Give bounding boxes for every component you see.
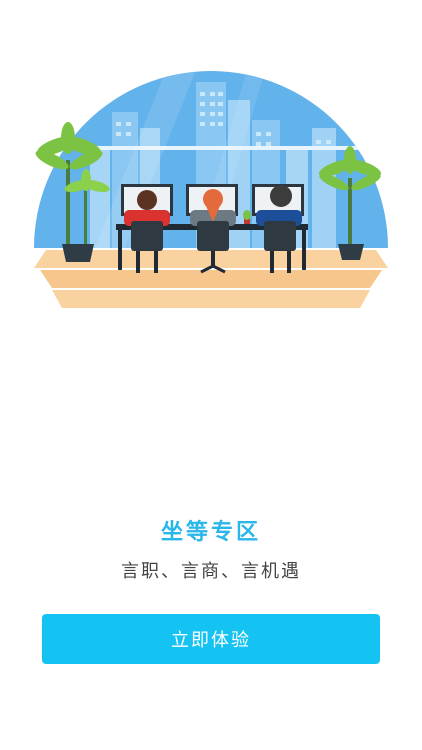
page-title: 坐等专区: [160, 520, 261, 545]
try-now-button[interactable]: 立即体验: [42, 614, 380, 664]
page-subtitle: 言职、言商、言机遇: [121, 561, 301, 582]
office-illustration: [34, 71, 388, 308]
